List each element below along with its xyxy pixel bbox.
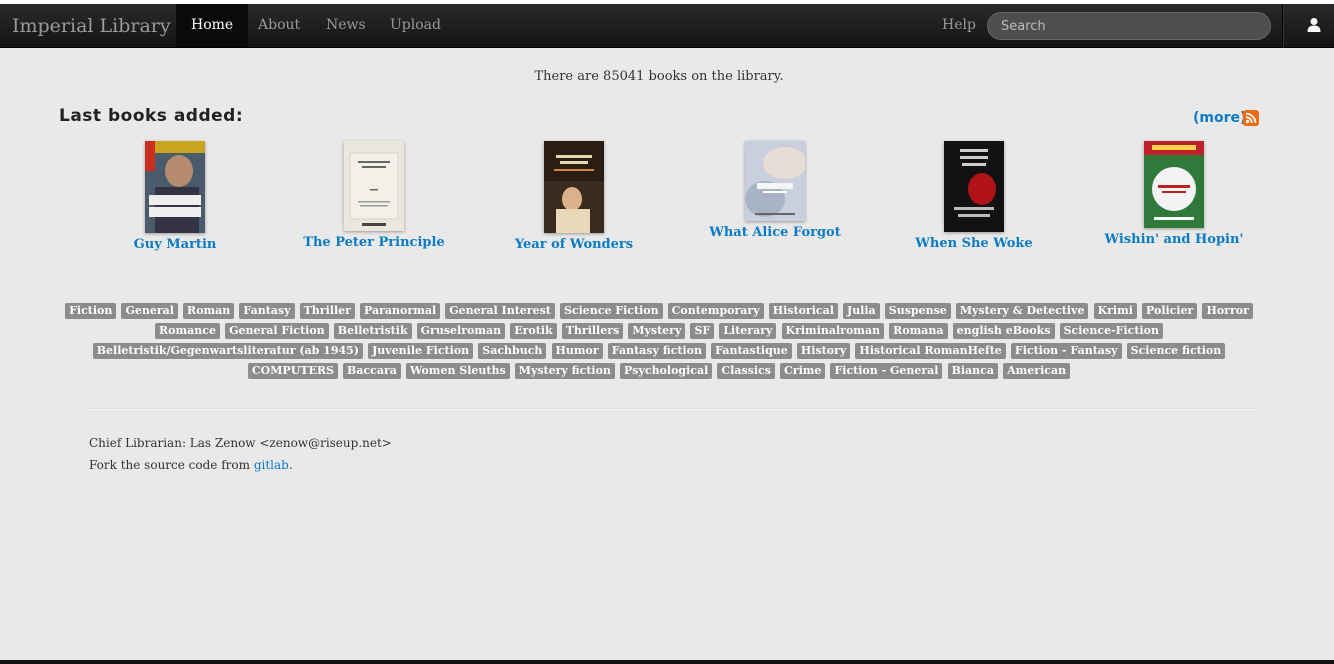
more-label[interactable]: more bbox=[1199, 110, 1240, 126]
tag-link[interactable]: Bianca bbox=[947, 363, 999, 379]
user-icon[interactable] bbox=[1306, 17, 1322, 33]
tag-link[interactable]: American bbox=[1003, 363, 1071, 379]
tag-cloud: Fiction General Roman Fantasy Thriller P… bbox=[60, 299, 1258, 379]
book-card[interactable]: Year of Wonders bbox=[504, 141, 644, 252]
tag-link[interactable]: Crime bbox=[780, 363, 826, 379]
fork-suffix: . bbox=[288, 458, 293, 472]
tag-link[interactable]: Sachbuch bbox=[478, 343, 547, 359]
tag-link[interactable]: Fantastique bbox=[711, 343, 792, 359]
rss-icon[interactable] bbox=[1243, 110, 1259, 126]
fork-line: Fork the source code from gitlab. bbox=[89, 454, 392, 476]
nav-help[interactable]: Help bbox=[927, 4, 991, 47]
tag-link[interactable]: Thriller bbox=[299, 303, 355, 319]
tag-link[interactable]: Baccara bbox=[343, 363, 401, 379]
tag-link[interactable]: Humor bbox=[551, 343, 603, 359]
tag-link[interactable]: Mystery bbox=[628, 323, 686, 339]
tag-link[interactable]: General bbox=[121, 303, 178, 319]
tag-link[interactable]: Erotik bbox=[510, 323, 557, 339]
nav-news[interactable]: News bbox=[311, 4, 381, 47]
tag-link[interactable]: Horror bbox=[1202, 303, 1253, 319]
tag-link[interactable]: Suspense bbox=[884, 303, 951, 319]
tag-link[interactable]: Romana bbox=[889, 323, 948, 339]
tag-link[interactable]: Krimi bbox=[1093, 303, 1137, 319]
tag-link[interactable]: Historical bbox=[768, 303, 838, 319]
book-title[interactable]: Wishin' and Hopin' bbox=[1099, 232, 1249, 247]
nav-about[interactable]: About bbox=[243, 4, 315, 47]
tag-link[interactable]: Gruselroman bbox=[416, 323, 506, 339]
book-title[interactable]: When She Woke bbox=[904, 236, 1044, 251]
book-title[interactable]: What Alice Forgot bbox=[700, 225, 850, 240]
tag-link[interactable]: Fiction - Fantasy bbox=[1010, 343, 1122, 359]
tag-link[interactable]: SF bbox=[690, 323, 715, 339]
tag-link[interactable]: General Interest bbox=[445, 303, 555, 319]
brand-logo[interactable]: Imperial Library bbox=[12, 15, 171, 37]
tag-link[interactable]: Contemporary bbox=[667, 303, 764, 319]
tag-link[interactable]: General Fiction bbox=[225, 323, 329, 339]
tag-link[interactable]: Juvenile Fiction bbox=[368, 343, 474, 359]
book-cover-image[interactable] bbox=[944, 141, 1004, 232]
book-cover-image[interactable] bbox=[544, 141, 604, 233]
navbar-divider bbox=[1282, 4, 1284, 47]
tag-link[interactable]: Historical RomanHefte bbox=[855, 343, 1006, 359]
book-cover-image[interactable] bbox=[344, 141, 404, 231]
tag-link[interactable]: Romance bbox=[155, 323, 220, 339]
tag-link[interactable]: Mystery & Detective bbox=[955, 303, 1089, 319]
nav-upload[interactable]: Upload bbox=[375, 4, 456, 47]
book-count: There are 85041 books on the library. bbox=[534, 69, 784, 84]
footer: Chief Librarian: Las Zenow <zenow@riseup… bbox=[89, 432, 392, 476]
more-link[interactable]: (more) bbox=[1193, 110, 1246, 126]
book-title[interactable]: Guy Martin bbox=[115, 237, 235, 252]
nav-home[interactable]: Home bbox=[176, 4, 249, 47]
fork-prefix: Fork the source code from bbox=[89, 458, 254, 472]
book-title[interactable]: The Peter Principle bbox=[294, 235, 454, 250]
tag-link[interactable]: Thrillers bbox=[561, 323, 624, 339]
book-card[interactable]: When She Woke bbox=[904, 141, 1044, 251]
book-card[interactable]: The Peter Principle bbox=[294, 141, 454, 250]
tag-link[interactable]: History bbox=[796, 343, 851, 359]
tag-link[interactable]: Mystery fiction bbox=[514, 363, 615, 379]
navbar: Imperial Library Home About News Upload … bbox=[0, 4, 1334, 48]
book-cover-image[interactable] bbox=[745, 141, 805, 221]
tag-link[interactable]: Fantasy fiction bbox=[607, 343, 707, 359]
tag-link[interactable]: Women Sleuths bbox=[406, 363, 510, 379]
tag-link[interactable]: Psychological bbox=[620, 363, 713, 379]
search-input[interactable] bbox=[987, 12, 1271, 40]
book-title[interactable]: Year of Wonders bbox=[504, 237, 644, 252]
tag-link[interactable]: Paranormal bbox=[360, 303, 441, 319]
tag-link[interactable]: Literary bbox=[719, 323, 777, 339]
tag-link[interactable]: Belletristik/Gegenwartsliteratur (ab 194… bbox=[92, 343, 363, 359]
tag-link[interactable]: Julia bbox=[842, 303, 880, 319]
tag-link[interactable]: Fantasy bbox=[239, 303, 295, 319]
last-books-heading: Last books added: bbox=[59, 106, 244, 126]
tag-link[interactable]: Classics bbox=[717, 363, 775, 379]
book-card[interactable]: What Alice Forgot bbox=[700, 141, 850, 240]
tag-link[interactable]: COMPUTERS bbox=[247, 363, 338, 379]
tag-link[interactable]: Kriminalroman bbox=[781, 323, 885, 339]
tag-link[interactable]: Roman bbox=[183, 303, 235, 319]
book-card[interactable]: Wishin' and Hopin' bbox=[1099, 141, 1249, 247]
tag-link[interactable]: Belletristik bbox=[333, 323, 412, 339]
tag-link[interactable]: Science fiction bbox=[1126, 343, 1226, 359]
bottom-strip bbox=[0, 660, 1334, 664]
tag-link[interactable]: english eBooks bbox=[952, 323, 1055, 339]
book-cover-image[interactable] bbox=[1144, 141, 1204, 228]
book-cover-image[interactable] bbox=[145, 141, 205, 233]
gitlab-link[interactable]: gitlab bbox=[254, 458, 289, 472]
tag-link[interactable]: Science Fiction bbox=[559, 303, 663, 319]
footer-divider bbox=[89, 408, 1259, 410]
tag-link[interactable]: Fiction - General bbox=[830, 363, 943, 379]
chief-librarian: Chief Librarian: Las Zenow <zenow@riseup… bbox=[89, 436, 392, 450]
book-card[interactable]: Guy Martin bbox=[115, 141, 235, 252]
tag-link[interactable]: Fiction bbox=[65, 303, 117, 319]
tag-link[interactable]: Policier bbox=[1142, 303, 1198, 319]
tag-link[interactable]: Science-Fiction bbox=[1059, 323, 1163, 339]
